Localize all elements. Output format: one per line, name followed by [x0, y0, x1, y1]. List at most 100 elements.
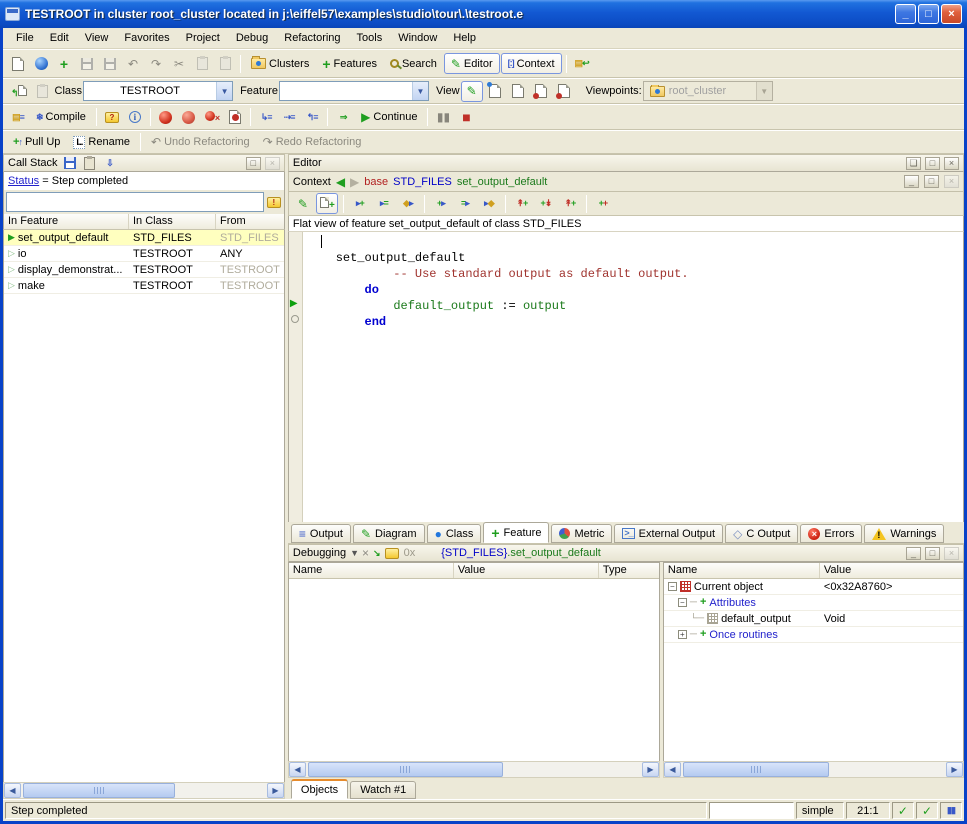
- column-from[interactable]: From: [216, 214, 284, 229]
- menu-edit[interactable]: Edit: [43, 30, 76, 46]
- breadcrumb-feature[interactable]: set_output_default: [457, 176, 548, 188]
- features-button[interactable]: + Features: [316, 53, 383, 75]
- open-file-button[interactable]: [30, 53, 52, 75]
- object-row-default-output[interactable]: └─default_output Void NONE: [664, 611, 963, 627]
- class-combobox[interactable]: TESTROOT ▼: [83, 81, 233, 101]
- app-icon[interactable]: [5, 7, 20, 21]
- disable-breakpoints-button[interactable]: ×: [201, 106, 223, 128]
- interface-view-button[interactable]: [553, 80, 575, 102]
- locals-hscrollbar[interactable]: ◀ ▶: [288, 761, 660, 778]
- descendant-versions-button[interactable]: +↡: [535, 193, 557, 215]
- status-link[interactable]: Status: [8, 175, 39, 187]
- locals-column-name[interactable]: Name: [289, 563, 454, 578]
- editor-float-button[interactable]: ❏: [906, 157, 921, 170]
- breadcrumb-cluster[interactable]: base: [364, 176, 388, 188]
- breadcrumb-class[interactable]: STD_FILES: [393, 176, 452, 188]
- callstack-row[interactable]: ▶set_output_default STD_FILES STD_FILES: [4, 230, 284, 246]
- menu-file[interactable]: File: [9, 30, 41, 46]
- menu-help[interactable]: Help: [446, 30, 483, 46]
- code-editor[interactable]: ▶ set_output_default -- Use standard out…: [288, 232, 964, 522]
- context-minimize-button[interactable]: _: [904, 175, 919, 188]
- callstack-row[interactable]: ▷display_demonstrat... TESTROOT TESTROOT: [4, 262, 284, 278]
- pull-up-button[interactable]: +↑ Pull Up: [7, 131, 66, 153]
- callstack-row[interactable]: ▷make TESTROOT TESTROOT: [4, 278, 284, 294]
- objects-hscrollbar[interactable]: ◀ ▶: [663, 761, 964, 778]
- object-row-once-routines[interactable]: +─+Once routines: [664, 627, 963, 643]
- step-into-button[interactable]: ↳≡: [255, 106, 277, 128]
- step-out-button[interactable]: ↰≡: [301, 106, 323, 128]
- open-object-tool-icon[interactable]: ↘: [373, 549, 380, 558]
- assigners-button[interactable]: ▸=: [373, 193, 395, 215]
- external-editor-button[interactable]: ▤↩: [571, 53, 593, 75]
- scroll-thumb[interactable]: [308, 762, 503, 777]
- continue-button[interactable]: ▶ Continue: [355, 106, 423, 128]
- contract-view-button[interactable]: [530, 80, 552, 102]
- feature-combobox-arrow-icon[interactable]: ▼: [412, 82, 428, 100]
- stack-depth-button[interactable]: ⇩: [102, 156, 118, 170]
- scroll-right-icon[interactable]: ▶: [267, 783, 284, 798]
- maximize-button[interactable]: □: [918, 4, 939, 24]
- new-window-button[interactable]: [7, 53, 29, 75]
- titlebar[interactable]: TESTROOT in cluster root_cluster located…: [0, 0, 967, 28]
- menu-tools[interactable]: Tools: [350, 30, 390, 46]
- close-button[interactable]: ×: [941, 4, 962, 24]
- callstack-maximize-button[interactable]: □: [246, 157, 261, 170]
- menu-favorites[interactable]: Favorites: [117, 30, 176, 46]
- scroll-left-icon[interactable]: ◀: [664, 762, 681, 777]
- menu-view[interactable]: View: [78, 30, 116, 46]
- editor-caption[interactable]: Editor ❏ □ ×: [288, 154, 964, 172]
- exception-dialog-button[interactable]: !: [266, 195, 282, 209]
- tab-objects[interactable]: Objects: [291, 779, 348, 799]
- project-settings-button[interactable]: ▤≡: [7, 106, 29, 128]
- collapse-icon[interactable]: −: [668, 582, 677, 591]
- save-callstack-button[interactable]: [62, 156, 78, 170]
- tab-external-output[interactable]: >_External Output: [614, 524, 723, 543]
- basic-text-view-button[interactable]: ✎: [461, 81, 483, 102]
- editor-toggle-button[interactable]: ✎ Editor: [444, 53, 500, 74]
- tab-class[interactable]: ●Class: [427, 524, 482, 543]
- editor-close-button[interactable]: ×: [944, 157, 959, 170]
- tab-metric[interactable]: Metric: [551, 524, 612, 543]
- objects-column-value[interactable]: Value: [820, 563, 964, 578]
- tab-output[interactable]: ≡Output: [291, 524, 351, 543]
- editor-gutter[interactable]: ▶: [289, 232, 303, 522]
- creators-button[interactable]: ◆▸: [397, 193, 419, 215]
- callstack-hscrollbar[interactable]: ◀ ▶: [3, 782, 285, 799]
- breakpoint-slot-icon[interactable]: [291, 315, 299, 323]
- tab-watch-1[interactable]: Watch #1: [350, 781, 416, 799]
- collapse-icon[interactable]: −: [678, 598, 687, 607]
- history-back-icon[interactable]: ◀: [336, 176, 345, 188]
- callees-button[interactable]: +▸: [430, 193, 452, 215]
- implementers-button[interactable]: ↟+: [559, 193, 581, 215]
- class-combobox-arrow-icon[interactable]: ▼: [216, 82, 232, 100]
- object-row-current[interactable]: −Current object <0x32A8760> STD_FILES: [664, 579, 963, 595]
- run-to-cursor-button[interactable]: ⇒: [332, 106, 354, 128]
- step-over-button[interactable]: ⇢≡: [278, 106, 300, 128]
- run-ignore-breakpoints-button[interactable]: [178, 106, 200, 128]
- debugging-maximize-button[interactable]: □: [925, 547, 940, 560]
- editor-maximize-button[interactable]: □: [925, 157, 940, 170]
- menu-project[interactable]: Project: [179, 30, 227, 46]
- flat-view-toggle-button[interactable]: +: [316, 193, 338, 214]
- callers-button[interactable]: ▸+: [349, 193, 371, 215]
- column-in-class[interactable]: In Class: [129, 214, 216, 229]
- assignees-button[interactable]: =▸: [454, 193, 476, 215]
- scroll-right-icon[interactable]: ▶: [642, 762, 659, 777]
- column-in-feature[interactable]: In Feature: [4, 214, 129, 229]
- search-button[interactable]: Search: [384, 53, 443, 75]
- ancestor-versions-button[interactable]: ↟+: [511, 193, 533, 215]
- scroll-thumb[interactable]: [23, 783, 175, 798]
- clusters-button[interactable]: Clusters: [245, 53, 315, 75]
- homonyms-button[interactable]: ++: [592, 193, 614, 215]
- tab-warnings[interactable]: Warnings: [864, 524, 944, 543]
- tab-feature[interactable]: +Feature: [483, 522, 549, 543]
- locals-column-value[interactable]: Value: [454, 563, 599, 578]
- debugging-minimize-button[interactable]: _: [906, 547, 921, 560]
- stop-button[interactable]: ■: [455, 106, 477, 128]
- scroll-right-icon[interactable]: ▶: [946, 762, 963, 777]
- feature-combobox[interactable]: ▼: [279, 81, 429, 101]
- error-info-button[interactable]: i: [124, 106, 146, 128]
- scroll-thumb[interactable]: [683, 762, 829, 777]
- code-text[interactable]: set_output_default -- Use standard outpu…: [303, 232, 963, 522]
- context-toggle-button[interactable]: [:] Context: [501, 53, 562, 74]
